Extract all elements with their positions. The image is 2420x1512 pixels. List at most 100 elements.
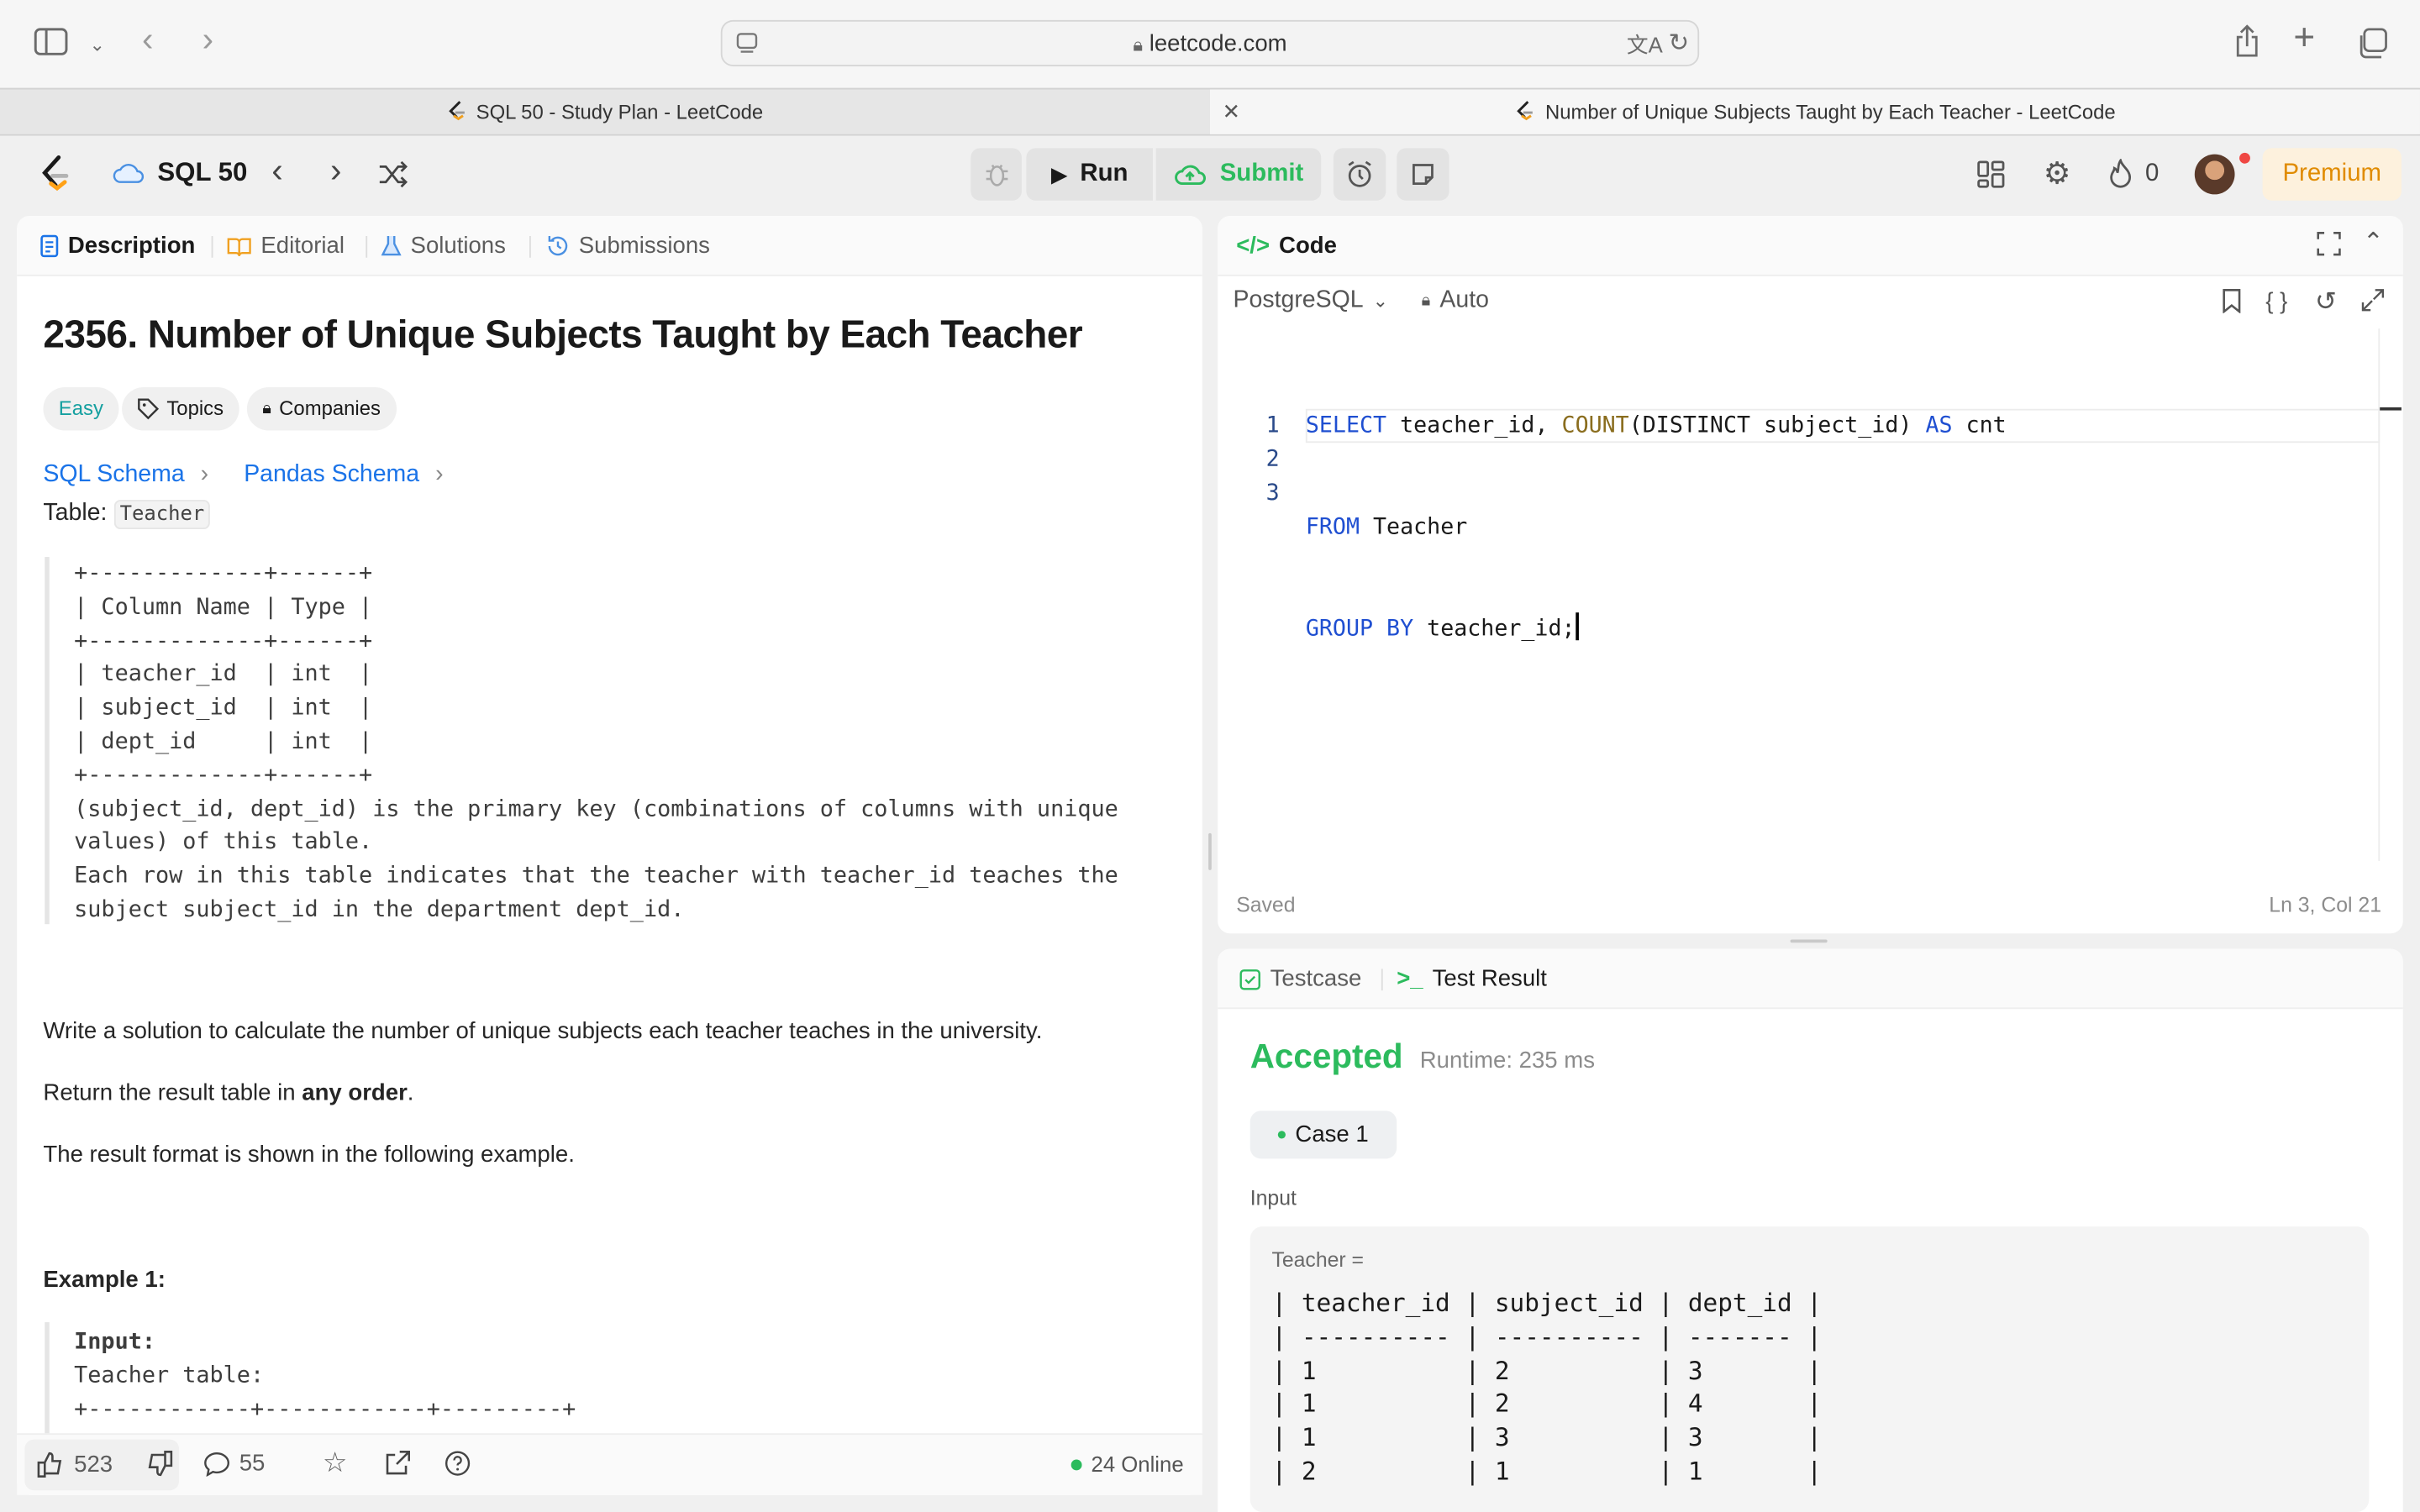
input-box: Teacher = | teacher_id | subject_id | de… (1249, 1226, 2370, 1512)
timer-button[interactable] (1333, 148, 1386, 201)
pandas-schema-link[interactable]: Pandas Schema › (244, 461, 443, 489)
table-label: Table: Teacher (43, 500, 211, 529)
topics-button[interactable]: Topics (122, 387, 239, 431)
companies-button[interactable]: 🔒︎ Companies (246, 387, 397, 431)
case-pass-dot (1278, 1131, 1286, 1139)
debug-button[interactable] (971, 148, 1022, 201)
runtime-text: Runtime: 235 ms (1419, 1047, 1596, 1074)
reload-icon[interactable]: ↻ (1668, 29, 1689, 60)
history-icon (546, 234, 570, 258)
url-text: leetcode.com (1149, 30, 1287, 57)
tag-icon (137, 398, 160, 420)
browser-tab-strip: SQL 50 - Study Plan - LeetCode ✕ Number … (0, 87, 2420, 136)
prev-problem-icon[interactable]: ‹ (271, 154, 282, 187)
help-icon[interactable] (445, 1450, 471, 1476)
code-editor[interactable]: SELECT teacher_id, COUNT(DISTINCT subjec… (1306, 341, 2007, 714)
star-icon[interactable]: ☆ (323, 1447, 348, 1480)
table-name-code: Teacher (113, 500, 211, 529)
streak-counter[interactable]: 0 (2108, 159, 2159, 190)
code-line-1: SELECT teacher_id, COUNT(DISTINCT subjec… (1305, 413, 2007, 438)
flame-icon (2108, 159, 2133, 190)
note-icon (1411, 162, 1435, 186)
code-icon: </> (1236, 233, 1270, 260)
play-icon: ▶ (1050, 160, 1068, 186)
translate-icon[interactable]: 文A (1627, 29, 1663, 60)
thumbs-down-icon (145, 1450, 173, 1478)
new-tab-icon[interactable]: + (2293, 19, 2315, 56)
shuffle-icon[interactable] (378, 160, 409, 188)
sql-cloud-icon (111, 159, 145, 186)
comments-button[interactable]: 55 (203, 1450, 265, 1477)
browser-tab-problem[interactable]: ✕ Number of Unique Subjects Taught by Ea… (1209, 89, 2420, 134)
flask-icon (381, 234, 402, 258)
language-select[interactable]: PostgreSQL ⌄ (1234, 287, 1389, 315)
code-line-2: FROM Teacher (1305, 515, 1468, 540)
problem-title[interactable]: 2356. Number of Unique Subjects Taught b… (43, 313, 1082, 358)
avatar[interactable] (2194, 154, 2235, 195)
address-bar[interactable]: 🔒︎ leetcode.com 文A ↻ (720, 19, 1700, 66)
tab-submissions[interactable]: Submissions (546, 233, 710, 260)
share-link-icon[interactable] (384, 1450, 411, 1476)
premium-button[interactable]: Premium (2262, 148, 2402, 201)
leetcode-logo-icon (445, 100, 467, 122)
code-panel-header: </> Code ⌃ (1218, 216, 2403, 276)
description-paragraph-3: The result format is shown in the follow… (43, 1142, 575, 1168)
example-block: Input: Teacher table: +------------+----… (45, 1322, 576, 1436)
text-cursor (1575, 612, 1579, 641)
close-tab-icon[interactable]: ✕ (1223, 90, 1241, 134)
tab-editorial[interactable]: Editorial (227, 233, 345, 260)
horizontal-resize-handle[interactable] (1790, 939, 1828, 943)
submit-button[interactable]: Submit (1155, 148, 1322, 201)
tab-code[interactable]: </> Code (1236, 233, 1337, 259)
input-label: Input (1249, 1186, 1297, 1210)
share-icon[interactable] (2233, 24, 2261, 58)
alarm-icon (1346, 160, 1374, 188)
dislike-button[interactable] (145, 1450, 173, 1478)
study-plan-selector[interactable]: SQL 50 (111, 157, 247, 188)
verdict-accepted: Accepted (1249, 1037, 1403, 1076)
browser-toolbar: ⌄ ‹ › 🔒︎ leetcode.com 文A ↻ + (0, 0, 2420, 88)
format-braces-icon[interactable]: { } (2265, 287, 2287, 318)
schema-block: +-------------+------+ | Column Name | T… (45, 557, 1118, 925)
collapse-icon[interactable]: ⌃ (2363, 228, 2384, 260)
line-numbers: 123 (1265, 413, 1280, 507)
save-status: Saved (1236, 893, 1296, 916)
tab-overview-icon[interactable] (2357, 28, 2388, 59)
expand-icon[interactable] (2361, 288, 2385, 312)
chevron-down-icon[interactable]: ⌄ (90, 29, 105, 60)
tab-test-result[interactable]: >_ Test Result (1397, 966, 1547, 992)
tab-description[interactable]: Description (40, 233, 195, 260)
settings-gear-icon[interactable]: ⚙ (2044, 159, 2071, 190)
layout-icon[interactable] (1977, 160, 2005, 188)
tab-testcase[interactable]: Testcase (1239, 966, 1361, 992)
vertical-resize-handle[interactable] (1208, 832, 1212, 870)
thumbs-up-icon (37, 1450, 65, 1478)
difficulty-badge: Easy (43, 387, 119, 431)
next-problem-icon[interactable]: › (330, 154, 341, 187)
app-header: SQL 50 ‹ › ▶ Run Submit ⚙ 0 Premium (0, 135, 2420, 215)
sql-schema-link[interactable]: SQL Schema › (43, 461, 208, 489)
leetcode-logo[interactable] (37, 155, 71, 195)
fullscreen-icon[interactable] (2317, 232, 2341, 256)
result-tabs: Testcase >_ Test Result (1218, 948, 2403, 1010)
reset-icon[interactable]: ↺ (2315, 287, 2337, 318)
notes-button[interactable] (1397, 148, 1449, 201)
input-table: | teacher_id | subject_id | dept_id | | … (1271, 1288, 1823, 1486)
cursor-position: Ln 3, Col 21 (2269, 893, 2382, 916)
like-button[interactable]: 523 (37, 1450, 113, 1478)
forward-icon[interactable]: › (203, 23, 213, 56)
sidebar-toggle-icon[interactable] (34, 28, 68, 55)
online-dot (1071, 1458, 1082, 1470)
run-button[interactable]: ▶ Run (1026, 148, 1154, 201)
code-line-3: GROUP BY teacher_id; (1306, 612, 2007, 646)
book-icon (227, 235, 251, 257)
description-paragraph-1: Write a solution to calculate the number… (43, 1018, 1043, 1045)
auto-mode[interactable]: 🔒︎ Auto (1422, 287, 1489, 315)
browser-tab-study-plan[interactable]: SQL 50 - Study Plan - LeetCode (0, 90, 1208, 134)
back-icon[interactable]: ‹ (142, 23, 153, 56)
plan-name: SQL 50 (157, 157, 248, 187)
case-1-tab[interactable]: Case 1 (1249, 1110, 1397, 1159)
input-table-label: Teacher = (1271, 1247, 1365, 1272)
bookmark-icon[interactable] (2223, 288, 2241, 313)
tab-solutions[interactable]: Solutions (381, 233, 506, 260)
